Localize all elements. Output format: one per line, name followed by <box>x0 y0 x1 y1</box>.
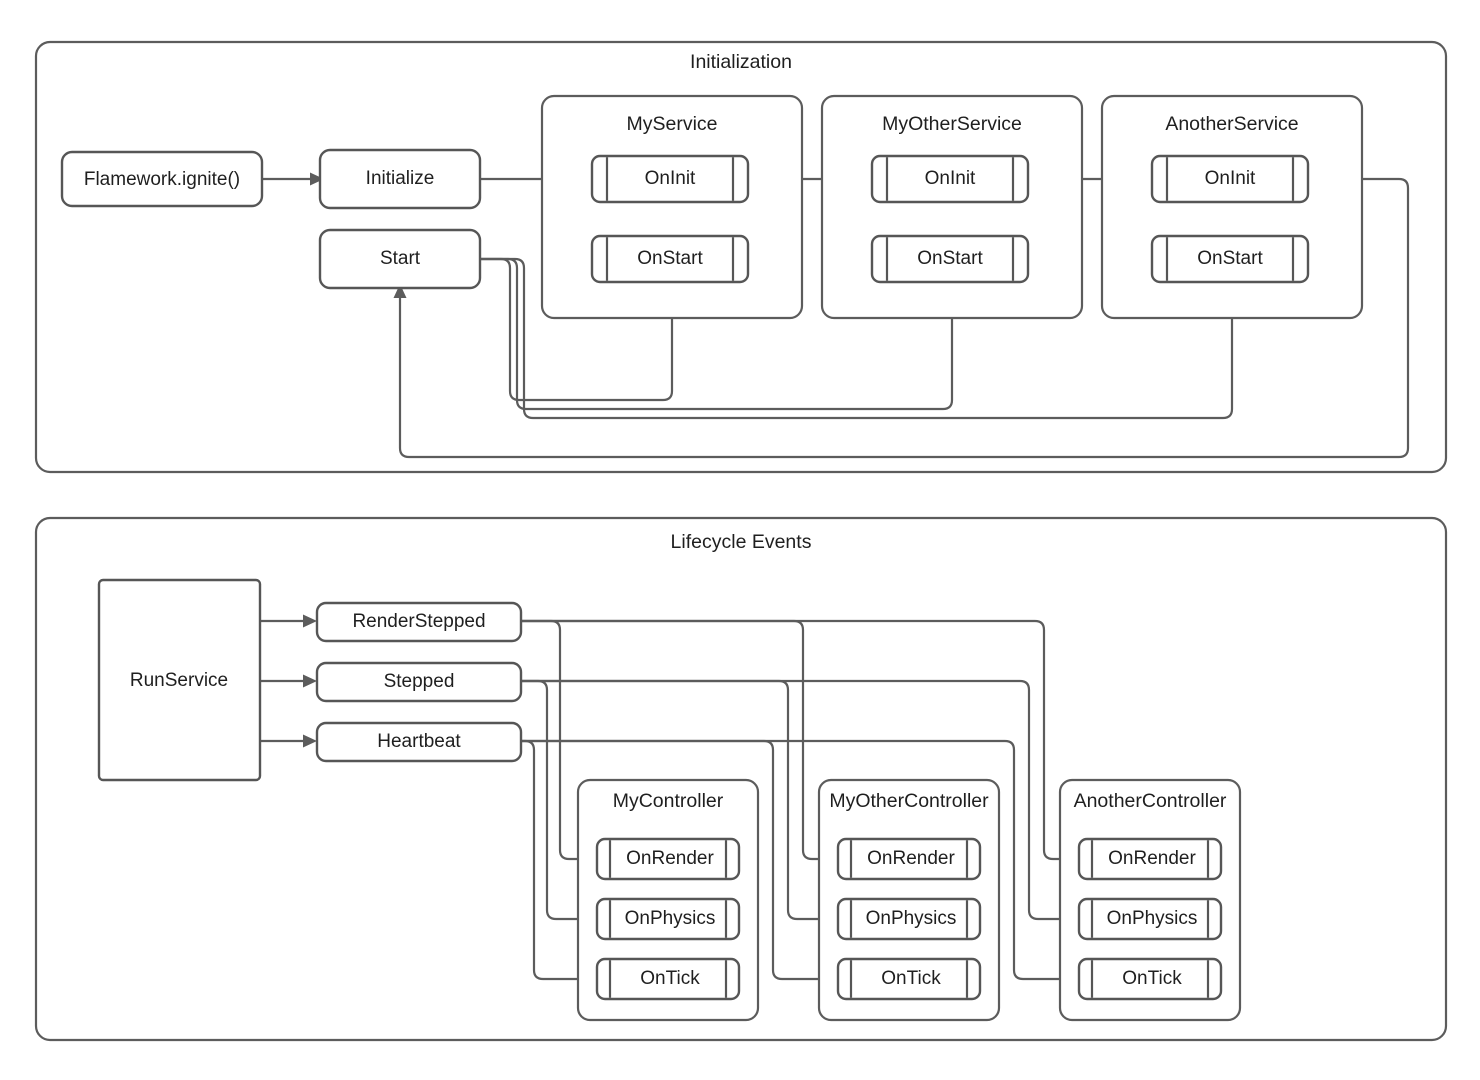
node-anothercontroller-ontick[interactable]: OnTick <box>1077 957 1223 1001</box>
myothercontroller-onrender-label: OnRender <box>867 848 955 869</box>
node-myservice-onstart[interactable]: OnStart <box>590 234 750 284</box>
myotherservice-title: MyOtherService <box>882 113 1022 135</box>
mycontroller-ontick-label: OnTick <box>640 968 700 989</box>
stepped-label: Stepped <box>384 671 455 692</box>
initialize-label: Initialize <box>366 168 435 189</box>
anotherservice-onstart-label: OnStart <box>1197 248 1263 269</box>
start-label: Start <box>380 248 421 269</box>
node-anothercontroller-onphysics[interactable]: OnPhysics <box>1077 897 1223 941</box>
service-anotherservice: AnotherService <box>1100 94 1364 320</box>
anothercontroller-onphysics-label: OnPhysics <box>1107 908 1198 929</box>
mycontroller-onrender-label: OnRender <box>626 848 714 869</box>
myotherservice-onstart-label: OnStart <box>917 248 983 269</box>
node-mycontroller-onphysics[interactable]: OnPhysics <box>595 897 741 941</box>
myservice-oninit-label: OnInit <box>645 168 696 189</box>
anothercontroller-ontick-label: OnTick <box>1122 968 1182 989</box>
node-myotherservice-oninit[interactable]: OnInit <box>870 154 1030 204</box>
node-myothercontroller-ontick[interactable]: OnTick <box>836 957 982 1001</box>
node-renderstepped[interactable]: RenderStepped <box>315 601 523 643</box>
service-myotherservice: MyOtherService <box>820 94 1084 320</box>
ignite-label: Flamework.ignite() <box>84 169 240 190</box>
myservice-title: MyService <box>626 113 717 135</box>
node-initialize[interactable]: Initialize <box>318 148 482 210</box>
heartbeat-label: Heartbeat <box>377 731 461 752</box>
node-anotherservice-oninit[interactable]: OnInit <box>1150 154 1310 204</box>
node-anotherservice-onstart[interactable]: OnStart <box>1150 234 1310 284</box>
node-myotherservice-onstart[interactable]: OnStart <box>870 234 1030 284</box>
node-runservice[interactable]: RunService <box>97 578 262 782</box>
node-mycontroller-ontick[interactable]: OnTick <box>595 957 741 1001</box>
myservice-onstart-label: OnStart <box>637 248 703 269</box>
node-myothercontroller-onrender[interactable]: OnRender <box>836 837 982 881</box>
mycontroller-title: MyController <box>613 790 724 812</box>
myothercontroller-ontick-label: OnTick <box>881 968 941 989</box>
node-stepped[interactable]: Stepped <box>315 661 523 703</box>
renderstepped-label: RenderStepped <box>352 611 485 632</box>
node-myothercontroller-onphysics[interactable]: OnPhysics <box>836 897 982 941</box>
service-myservice: MyService <box>540 94 804 320</box>
anothercontroller-onrender-label: OnRender <box>1108 848 1196 869</box>
node-start[interactable]: Start <box>318 228 482 290</box>
anotherservice-oninit-label: OnInit <box>1205 168 1256 189</box>
lifecycle-title: Lifecycle Events <box>671 531 812 553</box>
mycontroller-onphysics-label: OnPhysics <box>625 908 716 929</box>
myothercontroller-title: MyOtherController <box>829 790 989 812</box>
node-myservice-oninit[interactable]: OnInit <box>590 154 750 204</box>
myotherservice-oninit-label: OnInit <box>925 168 976 189</box>
initialization-title: Initialization <box>690 51 792 73</box>
node-anothercontroller-onrender[interactable]: OnRender <box>1077 837 1223 881</box>
anotherservice-title: AnotherService <box>1165 113 1298 135</box>
diagram-canvas: Initialization MyService MyOtherService … <box>0 0 1480 1080</box>
runservice-label: RunService <box>130 670 228 691</box>
node-ignite[interactable]: Flamework.ignite() <box>60 150 264 208</box>
node-mycontroller-onrender[interactable]: OnRender <box>595 837 741 881</box>
node-heartbeat[interactable]: Heartbeat <box>315 721 523 763</box>
myothercontroller-onphysics-label: OnPhysics <box>866 908 957 929</box>
anothercontroller-title: AnotherController <box>1074 790 1227 812</box>
